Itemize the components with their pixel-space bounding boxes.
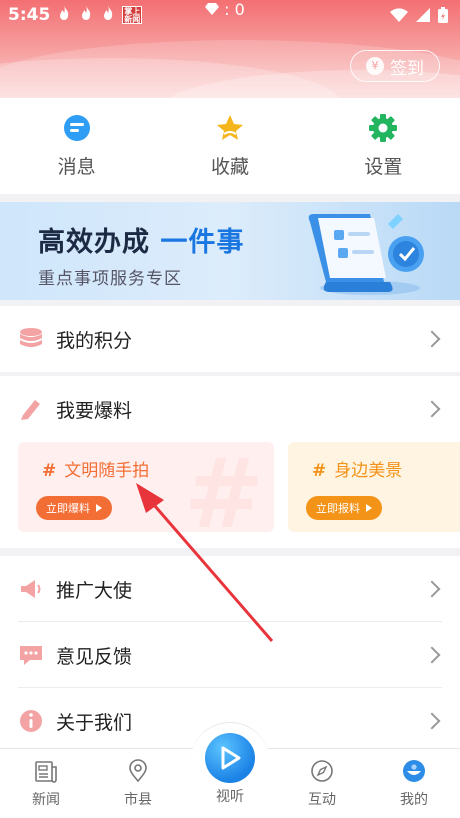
chat-bubble-icon <box>20 646 42 665</box>
status-center: : 0 <box>205 0 245 19</box>
quick-settings-label: 设置 <box>364 156 403 178</box>
quick-messages-label: 消息 <box>57 156 96 178</box>
banner-title: 高效办成 一件事 <box>38 220 244 259</box>
play-triangle-icon <box>366 504 372 512</box>
chevron-right-icon <box>423 646 441 664</box>
nav-interact-label: 互动 <box>308 792 336 808</box>
report-card-title-text: 身边美景 <box>334 461 403 481</box>
menu-report[interactable]: 我要爆料 <box>0 376 460 442</box>
document-illustration-icon <box>308 214 424 295</box>
profile-header: 5:45 掌上 新闻 : 0 ¥ 签到 <box>0 0 460 98</box>
signin-label: 签到 <box>390 58 424 79</box>
report-card-civility[interactable]: # # 文明随手拍 立即爆料 <box>18 442 274 532</box>
diamond-icon <box>205 3 219 15</box>
quick-settings[interactable]: 设置 <box>307 98 460 194</box>
quick-favorites[interactable]: 收藏 <box>153 98 306 194</box>
flame-icon <box>78 5 94 25</box>
signal-icon <box>416 8 430 22</box>
chevron-right-icon <box>423 330 441 348</box>
chevron-right-icon <box>423 712 441 730</box>
menu-report-label: 我要爆料 <box>56 399 133 422</box>
nav-county-label: 市县 <box>124 792 152 808</box>
status-center-text: : 0 <box>224 0 245 19</box>
menu-feedback[interactable]: 意见反馈 <box>0 622 460 688</box>
report-card-title-text: 文明随手拍 <box>64 461 150 481</box>
info-icon <box>20 710 42 732</box>
nav-mine[interactable]: 我的 <box>379 759 449 809</box>
coins-stack-icon <box>20 328 42 347</box>
nav-audiovisual[interactable] <box>205 733 255 783</box>
chevron-right-icon <box>423 400 441 418</box>
submit-now-button[interactable]: 立即报料 <box>306 496 382 520</box>
profile-icon <box>403 760 425 782</box>
flame-icon <box>56 5 72 25</box>
report-now-label: 立即爆料 <box>46 502 90 515</box>
nav-county[interactable]: 市县 <box>103 759 173 809</box>
wifi-icon <box>390 8 408 22</box>
status-bar-right <box>390 4 448 26</box>
menu-ambassador[interactable]: 推广大使 <box>0 556 460 622</box>
flame-icon <box>100 5 116 25</box>
location-pin-icon <box>129 759 147 783</box>
hash-watermark-icon: # <box>183 442 264 532</box>
battery-icon <box>438 7 448 23</box>
hash-icon: # <box>312 461 327 481</box>
menu-feedback-label: 意见反馈 <box>56 645 133 668</box>
nav-audiovisual-label: 视听 <box>216 789 244 805</box>
gear-icon <box>369 114 398 142</box>
report-card-title: # 身边美景 <box>312 456 402 481</box>
report-now-button[interactable]: 立即爆料 <box>36 496 112 520</box>
newspaper-icon <box>35 761 57 783</box>
status-bar-left: 5:45 掌上 新闻 <box>8 4 143 26</box>
signin-button[interactable]: ¥ 签到 <box>350 50 440 82</box>
status-time: 5:45 <box>8 5 51 25</box>
banner-title-accent: 一件事 <box>160 227 245 258</box>
coin-icon: ¥ <box>366 57 384 75</box>
megaphone-icon <box>21 580 41 598</box>
report-card-scenery[interactable]: # 身边美景 立即报料 <box>288 442 460 532</box>
compass-icon <box>311 760 333 782</box>
nav-news-label: 新闻 <box>32 792 60 808</box>
menu-ambassador-label: 推广大使 <box>56 579 133 602</box>
report-card-title: # 文明随手拍 <box>42 456 149 481</box>
hash-icon: # <box>42 461 57 481</box>
star-icon <box>216 115 243 140</box>
nav-news[interactable]: 新闻 <box>11 759 81 809</box>
chevron-right-icon <box>423 580 441 598</box>
menu-points-label: 我的积分 <box>56 329 133 352</box>
banner-subtitle: 重点事项服务专区 <box>38 269 182 289</box>
play-triangle-icon <box>96 504 102 512</box>
pencil-icon <box>21 400 40 420</box>
service-banner[interactable]: 高效办成 一件事 重点事项服务专区 <box>0 202 460 300</box>
menu-points[interactable]: 我的积分 <box>0 306 460 372</box>
play-icon <box>221 746 241 770</box>
nav-mine-label: 我的 <box>400 792 428 808</box>
quick-favorites-label: 收藏 <box>210 156 249 178</box>
banner-title-main: 高效办成 <box>38 227 150 258</box>
quick-messages[interactable]: 消息 <box>0 98 153 194</box>
quick-actions: 消息 收藏 设置 <box>0 98 460 194</box>
submit-now-label: 立即报料 <box>316 502 360 515</box>
menu-about-label: 关于我们 <box>56 711 133 734</box>
app-badge-icon: 掌上 新闻 <box>122 6 143 24</box>
nav-interact[interactable]: 互动 <box>287 759 357 809</box>
message-icon <box>63 115 90 141</box>
